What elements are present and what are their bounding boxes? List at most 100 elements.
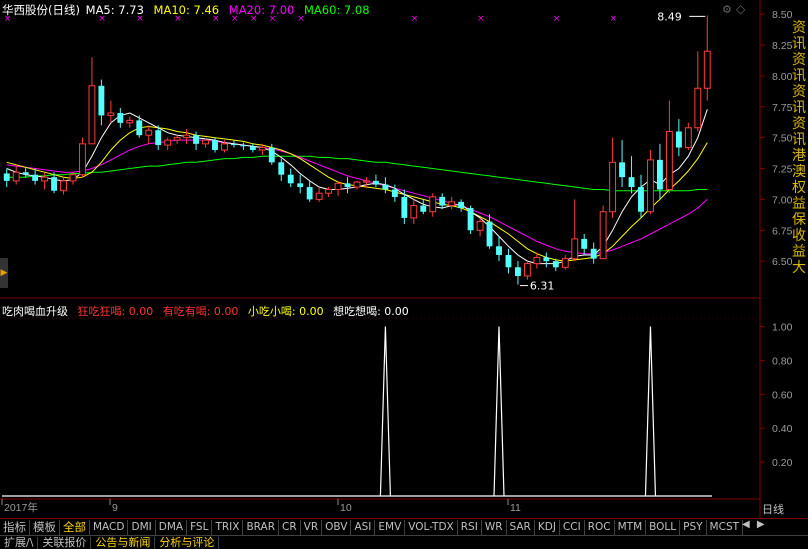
indicator-tab-bar: 指标 模板 全部 MACD DMI DMA FSL TRIX BRAR CR VR OBV ASI EMV… [0, 518, 808, 535]
candle-body-down [391, 189, 398, 197]
bottom-tab-3[interactable]: 分析与评论 [155, 536, 220, 549]
signal-peak [493, 326, 505, 497]
candle-body-up [258, 147, 266, 151]
tab-mcst[interactable]: MCST [707, 519, 744, 535]
chart-grid [0, 0, 761, 518]
candle-body-up [12, 171, 20, 182]
candle-body-down [297, 183, 304, 188]
candle-body-up [599, 211, 607, 260]
tab-roc[interactable]: ROC [585, 519, 615, 535]
bottom-tab-0[interactable]: 扩展/\ [0, 536, 39, 549]
tab-dmi[interactable]: DMI [128, 519, 156, 535]
candle-body-up [571, 238, 579, 260]
ma20-value: MA20: 7.00 [228, 3, 295, 17]
tab-psy[interactable]: PSY [680, 519, 707, 535]
candle-body-up [79, 143, 86, 176]
candle-body-down [344, 183, 351, 188]
tab-asi[interactable]: ASI [351, 519, 376, 535]
candle-body-down [249, 146, 256, 150]
axes: 8.50 8.25 8.00 7.75 7.50 7.25 7.00 6.75 6.50 1.00… [1, 9, 793, 514]
stock-title: 华西股份(日线) [2, 3, 80, 17]
tab-模板[interactable]: 模板 [30, 519, 60, 535]
candle-body-down [240, 145, 247, 147]
tab-kdj[interactable]: KDJ [535, 519, 560, 535]
high-label: 8.49 [657, 10, 682, 23]
signal-peak [379, 326, 391, 497]
candle-body-down [590, 248, 597, 259]
tab-brar[interactable]: BRAR [243, 519, 279, 535]
tab-vol-tdx[interactable]: VOL-TDX [405, 519, 458, 535]
tab-cr[interactable]: CR [279, 519, 301, 535]
tab-macd[interactable]: MACD [90, 519, 129, 535]
price-tick-label: 8.25 [772, 40, 793, 52]
candle-body-down [372, 180, 379, 185]
tab-指标[interactable]: 指标 [0, 519, 30, 535]
candle-body-up [145, 129, 153, 136]
diamond-icon[interactable]: ◇ [736, 2, 745, 16]
candle-body-down [117, 112, 124, 123]
candle-body-down [278, 162, 285, 175]
signal-marker: × [411, 14, 419, 24]
candle-body-down [136, 120, 143, 136]
tab-obv[interactable]: OBV [322, 519, 352, 535]
bottom-tab-2[interactable]: 公告与新闻 [91, 536, 156, 549]
side-news-strip[interactable]: 资讯资讯资讯资讯港澳权益保收益大 [792, 20, 808, 500]
settings-icon[interactable]: ⚙ [722, 3, 732, 16]
tab-sar[interactable]: SAR [507, 519, 535, 535]
tab-dma[interactable]: DMA [156, 519, 188, 535]
indicator-tick-label: 1.00 [772, 321, 793, 333]
tab-rsi[interactable]: RSI [458, 519, 482, 535]
signal-marker: × [610, 14, 618, 24]
candle-body-up [164, 139, 172, 146]
candle-body-up [60, 180, 67, 192]
candle-body-down [505, 254, 512, 268]
period-label[interactable]: 日线 [762, 501, 784, 517]
tab-fsl[interactable]: FSL [187, 519, 213, 535]
kline-chart[interactable]: 8.496.31 × × × × × × × × × × × × × 8.508.258.007.757… [0, 0, 808, 548]
candle-body-down [496, 246, 502, 255]
indicator-header: 吃肉喝血升级 狂吃狂喝: 0.00 有吃有喝: 0.00 小吃小喝: 0.00 … [2, 303, 415, 319]
bottom-bar: 扩展/\ 关联报价 公告与新闻 分析与评论 [0, 535, 808, 549]
tab-boll[interactable]: BOLL [646, 519, 681, 535]
tab-全部[interactable]: 全部 [60, 519, 90, 535]
candle-body-up [684, 127, 692, 149]
price-tick-label: 6.75 [772, 225, 793, 237]
candle-body-down [675, 131, 682, 148]
tab-wr[interactable]: WR [482, 519, 507, 535]
candle-body-up [126, 119, 134, 124]
candle-body-down [98, 85, 105, 116]
tab-vr[interactable]: VR [301, 519, 323, 535]
candle-body-down [3, 173, 10, 181]
candle-body-down [628, 177, 635, 188]
candle-body-down [230, 143, 237, 146]
tab-mtm[interactable]: MTM [615, 519, 647, 535]
collapse-left-icon[interactable]: ▶ [0, 258, 8, 288]
tab-cci[interactable]: CCI [560, 519, 585, 535]
candle-body-up [334, 182, 342, 191]
candle-body-up [353, 181, 361, 188]
candle-body-down [486, 221, 493, 247]
candle-body-up [315, 192, 323, 200]
indicator-name[interactable]: 吃肉喝血升级 [2, 305, 68, 318]
candle-body-down [543, 257, 550, 262]
price-tick-label: 7.00 [772, 194, 793, 206]
bottom-tab-1[interactable]: 关联报价 [38, 536, 92, 549]
indicator-v3: 小吃小喝: 0.00 [247, 305, 324, 318]
candle-body-up [665, 130, 673, 191]
candle-body-up [183, 134, 191, 139]
indicator-v4: 想吃想喝: 0.00 [333, 305, 409, 318]
date-label-m10: 10 [340, 502, 352, 514]
indicator-tick-label: 0.40 [772, 423, 793, 435]
candle-body-down [22, 172, 29, 175]
candle-body-down [51, 177, 58, 191]
tab-emv[interactable]: EMV [375, 519, 406, 535]
scroll-buttons[interactable]: ◀ ▶ [742, 519, 772, 534]
candle-body-down [382, 184, 389, 190]
indicator-tick-label: 0.20 [772, 457, 793, 469]
low-label: 6.31 [530, 280, 555, 293]
candle-body-up [410, 205, 418, 219]
tab-trix[interactable]: TRIX [212, 519, 244, 535]
signal-marker: × [477, 14, 485, 24]
candle-body-down [458, 201, 465, 209]
indicator-v1: 狂吃狂喝: 0.00 [77, 305, 154, 318]
